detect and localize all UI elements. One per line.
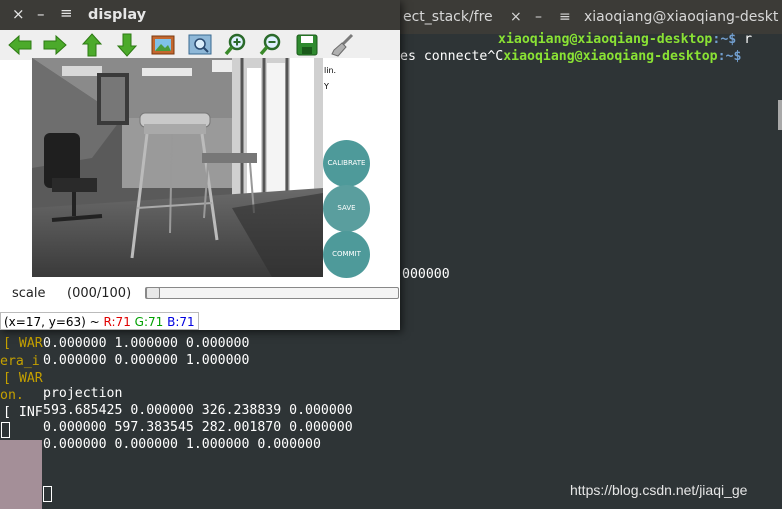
prompt-path-2: :~$ <box>717 49 742 64</box>
matrix-row1-tail: 000000 <box>402 267 450 282</box>
calibrate-button[interactable]: CALIBRATE <box>323 140 370 187</box>
zoom-fit-icon[interactable] <box>187 32 213 58</box>
image-view[interactable]: lin. Y CALIBRATE SAVE COMMIT <box>32 58 370 278</box>
log-fragment-3: [ WAR <box>3 371 43 386</box>
calibration-panel: lin. Y CALIBRATE SAVE COMMIT <box>323 58 370 278</box>
projection-row1: 593.685425 0.000000 326.238839 0.000000 <box>43 403 353 418</box>
save-button[interactable]: SAVE <box>323 185 370 232</box>
prompt-command: r <box>744 32 753 47</box>
arrow-right-icon[interactable] <box>42 32 68 58</box>
terminal-scrollbar[interactable] <box>778 100 782 130</box>
brush-icon[interactable] <box>330 32 356 58</box>
projection-row2: 0.000000 597.383545 282.001870 0.000000 <box>43 420 353 435</box>
terminal-line-connected: es connecte^C <box>400 49 504 64</box>
image-icon[interactable] <box>150 32 176 58</box>
status-bar: (x=17, y=63) ~ R:71 G:71 B:71 <box>0 312 199 330</box>
terminal-tab-1[interactable]: ect_stack/fre <box>403 9 493 25</box>
scale-label: scale <box>12 286 46 301</box>
menu-icon[interactable]: ≡ <box>60 4 73 22</box>
camera-image[interactable] <box>32 58 323 277</box>
status-red: R:71 <box>103 315 131 329</box>
zoom-out-icon[interactable] <box>258 32 284 58</box>
close-icon[interactable]: × <box>12 5 25 23</box>
arrow-down-icon[interactable] <box>114 32 140 58</box>
watermark: https://blog.csdn.net/jiaqi_ge <box>570 482 748 498</box>
tab-menu-icon[interactable]: ≡ <box>559 9 571 25</box>
prompt-path: :~$ <box>712 32 737 47</box>
desktop-background <box>0 440 42 509</box>
matrix-row3: 0.000000 0.000000 1.000000 <box>43 353 250 368</box>
projection-row3: 0.000000 0.000000 1.000000 0.000000 <box>43 437 321 452</box>
matrix-row2: 0.000000 1.000000 0.000000 <box>43 336 250 351</box>
arrow-up-icon[interactable] <box>79 32 105 58</box>
y-label: Y <box>324 82 329 91</box>
prompt-user-2: xiaoqiang@xiaoqiang-desktop <box>503 49 718 64</box>
status-blue: B:71 <box>167 315 195 329</box>
toolbar <box>0 30 400 60</box>
tab-minimize-icon[interactable]: – <box>535 9 542 25</box>
scale-value: (000/100) <box>67 286 132 301</box>
log-fragment-5: [ INF <box>3 405 43 420</box>
terminal-tab-2[interactable]: xiaoqiang@xiaoqiang-deskt <box>584 9 778 25</box>
terminal-cursor <box>43 486 52 502</box>
arrow-left-icon[interactable] <box>7 32 33 58</box>
tab-close-icon[interactable]: × <box>510 9 522 25</box>
log-fragment-1: [ WAR <box>3 336 43 351</box>
x-label: lin. <box>324 66 337 75</box>
minimize-icon[interactable]: – <box>37 5 45 23</box>
display-title-bar[interactable]: × – ≡ display <box>0 0 400 30</box>
save-icon[interactable] <box>294 32 320 58</box>
window-title: display <box>88 7 147 23</box>
prompt-user: xiaoqiang@xiaoqiang-desktop <box>498 32 713 47</box>
terminal-cursor-left <box>1 422 10 438</box>
display-window: × – ≡ display lin. Y CALIBRATE SAVE COMM… <box>0 0 400 330</box>
scale-slider-handle[interactable] <box>146 287 160 299</box>
scale-slider[interactable] <box>145 287 399 299</box>
commit-button[interactable]: COMMIT <box>323 231 370 278</box>
log-fragment-2: era_i <box>0 354 40 369</box>
log-fragment-4: on. <box>0 388 24 403</box>
zoom-in-icon[interactable] <box>223 32 249 58</box>
status-green: G:71 <box>134 315 164 329</box>
projection-label: projection <box>43 386 123 401</box>
status-coords: (x=17, y=63) ~ <box>4 315 100 329</box>
